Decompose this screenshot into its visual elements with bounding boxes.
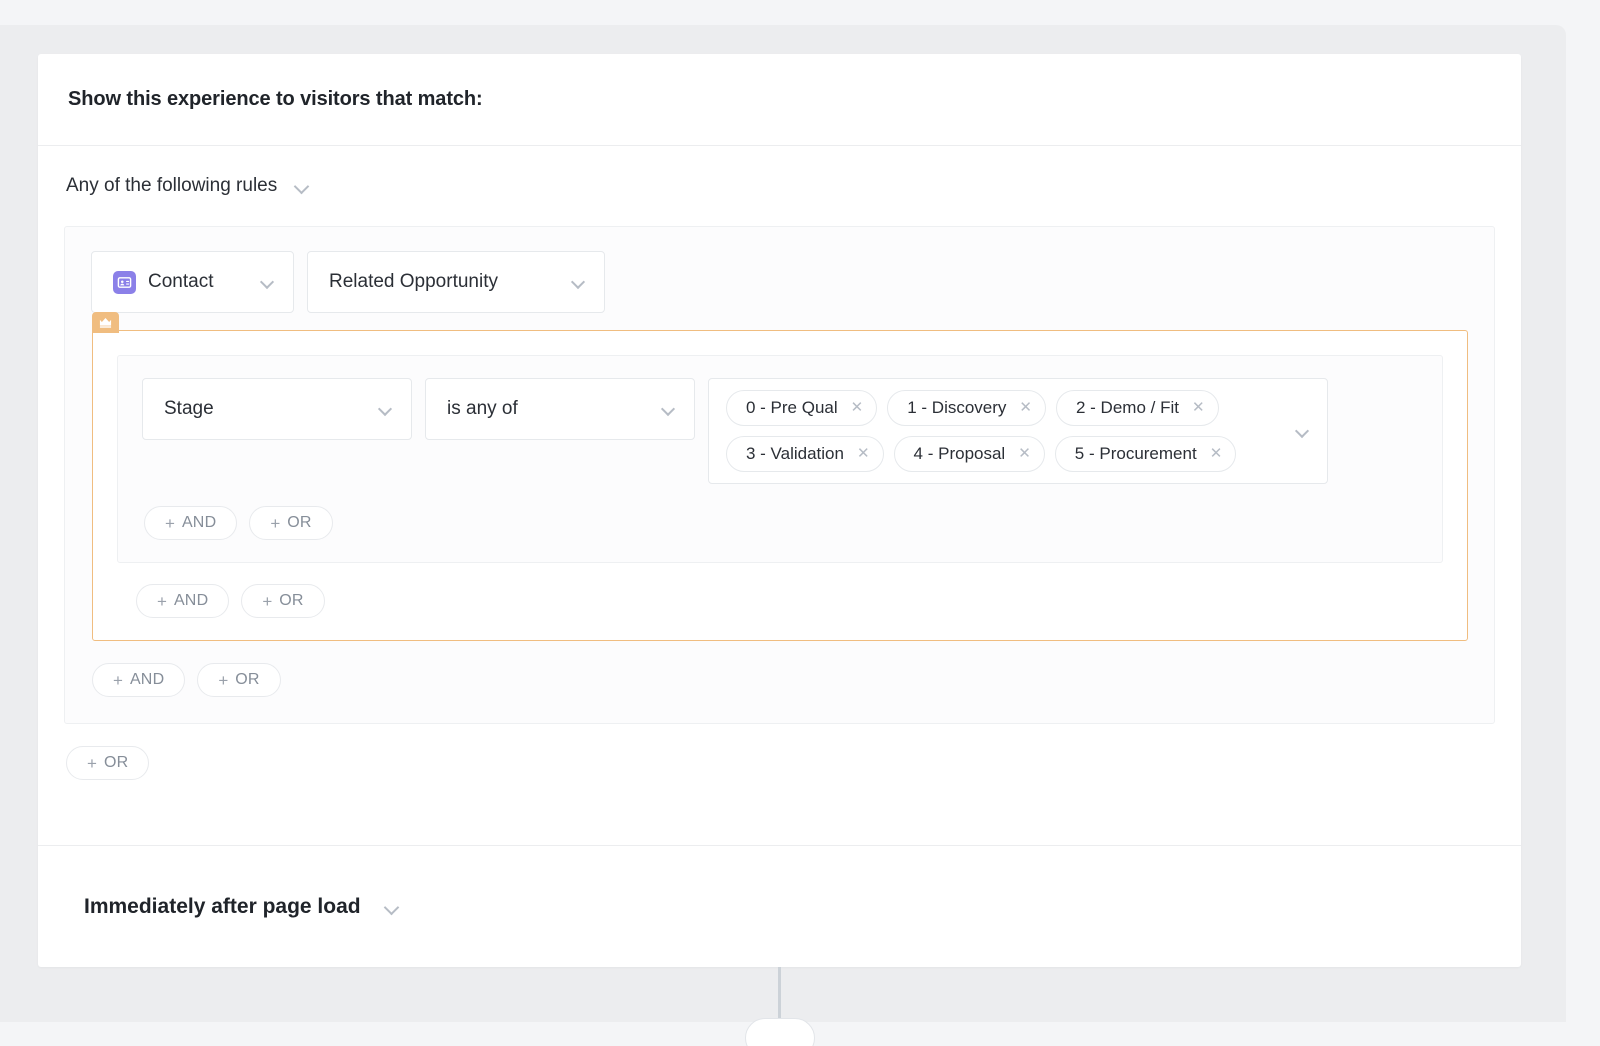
add-and-group-label: AND: [174, 592, 208, 610]
plus-icon: +: [270, 515, 280, 532]
relationship-select-label: Related Opportunity: [329, 271, 498, 293]
rules-group: Contact Related Opportunity: [64, 226, 1495, 724]
condition-field-label: Stage: [164, 398, 214, 420]
flow-connector-line: [778, 967, 781, 1025]
value-tag[interactable]: 5 - Procurement ✕: [1055, 436, 1236, 472]
match-type-label: Any of the following rules: [66, 175, 277, 197]
add-or-root-label: OR: [104, 754, 128, 772]
chevron-down-icon: [383, 898, 401, 916]
add-and-rule-label: AND: [130, 671, 164, 689]
card-footer: Immediately after page load: [38, 845, 1521, 967]
condition-operator-select[interactable]: is any of: [425, 378, 695, 440]
plus-icon: +: [113, 672, 123, 689]
rule-block-add-buttons: + AND + OR: [117, 584, 1443, 618]
root-add-buttons: + OR: [64, 746, 1495, 780]
condition-add-buttons: + AND + OR: [142, 506, 1418, 540]
add-or-condition-button[interactable]: + OR: [249, 506, 332, 540]
chevron-down-icon: [661, 401, 677, 417]
add-or-rule-button[interactable]: + OR: [197, 663, 280, 697]
chevron-down-icon: [571, 274, 587, 290]
close-icon[interactable]: ✕: [857, 446, 870, 462]
value-tag[interactable]: 4 - Proposal ✕: [894, 436, 1045, 472]
plus-icon: +: [218, 672, 228, 689]
value-tag-label: 3 - Validation: [746, 444, 844, 464]
condition-field-select[interactable]: Stage: [142, 378, 412, 440]
condition-group: Stage is any of 0 - P: [117, 355, 1443, 563]
entity-select-label: Contact: [148, 271, 213, 293]
add-or-group-label: OR: [279, 592, 303, 610]
close-icon[interactable]: ✕: [851, 400, 864, 416]
value-tag-label: 2 - Demo / Fit: [1076, 398, 1179, 418]
add-or-group-button[interactable]: + OR: [241, 584, 324, 618]
object-selector-row: Contact Related Opportunity: [91, 251, 1468, 313]
selected-values-list: 0 - Pre Qual ✕ 1 - Discovery ✕ 2 - Demo …: [726, 390, 1287, 472]
contact-card-icon: [113, 271, 136, 294]
chevron-down-icon: [260, 274, 276, 290]
highlighted-rule-block: Stage is any of 0 - P: [92, 330, 1468, 641]
close-icon[interactable]: ✕: [1210, 446, 1223, 462]
value-tag-label: 5 - Procurement: [1075, 444, 1197, 464]
add-or-rule-label: OR: [235, 671, 259, 689]
value-tag[interactable]: 0 - Pre Qual ✕: [726, 390, 877, 426]
value-tag[interactable]: 2 - Demo / Fit ✕: [1056, 390, 1219, 426]
plus-icon: +: [262, 593, 272, 610]
add-or-root-button[interactable]: + OR: [66, 746, 149, 780]
plus-icon: +: [157, 593, 167, 610]
trigger-dropdown[interactable]: Immediately after page load: [84, 895, 401, 919]
condition-row: Stage is any of 0 - P: [142, 378, 1418, 484]
add-and-condition-label: AND: [182, 514, 216, 532]
card-body: Any of the following rules: [38, 146, 1521, 780]
value-tag-label: 0 - Pre Qual: [746, 398, 838, 418]
audience-rule-card: Show this experience to visitors that ma…: [38, 54, 1521, 967]
card-header: Show this experience to visitors that ma…: [38, 54, 1521, 146]
add-and-rule-button[interactable]: + AND: [92, 663, 185, 697]
close-icon[interactable]: ✕: [1019, 400, 1032, 416]
value-tag[interactable]: 3 - Validation ✕: [726, 436, 884, 472]
chevron-down-icon: [293, 177, 311, 195]
chevron-down-icon: [378, 401, 394, 417]
condition-value-multiselect[interactable]: 0 - Pre Qual ✕ 1 - Discovery ✕ 2 - Demo …: [708, 378, 1328, 484]
chevron-down-icon[interactable]: [1295, 423, 1311, 439]
add-and-condition-button[interactable]: + AND: [144, 506, 237, 540]
value-tag[interactable]: 1 - Discovery ✕: [887, 390, 1046, 426]
trigger-label: Immediately after page load: [84, 895, 361, 919]
entity-select[interactable]: Contact: [91, 251, 294, 313]
value-tag-label: 1 - Discovery: [907, 398, 1006, 418]
add-or-condition-label: OR: [287, 514, 311, 532]
page-title: Show this experience to visitors that ma…: [68, 88, 483, 111]
crown-icon: [92, 312, 119, 333]
plus-icon: +: [165, 515, 175, 532]
match-type-dropdown[interactable]: Any of the following rules: [64, 146, 1495, 226]
close-icon[interactable]: ✕: [1018, 446, 1031, 462]
relationship-select[interactable]: Related Opportunity: [307, 251, 605, 313]
rules-group-add-buttons: + AND + OR: [91, 663, 1468, 697]
add-and-group-button[interactable]: + AND: [136, 584, 229, 618]
value-tag-label: 4 - Proposal: [914, 444, 1006, 464]
plus-icon: +: [87, 755, 97, 772]
flow-node-stub[interactable]: [745, 1018, 815, 1046]
close-icon[interactable]: ✕: [1192, 400, 1205, 416]
condition-operator-label: is any of: [447, 398, 518, 420]
